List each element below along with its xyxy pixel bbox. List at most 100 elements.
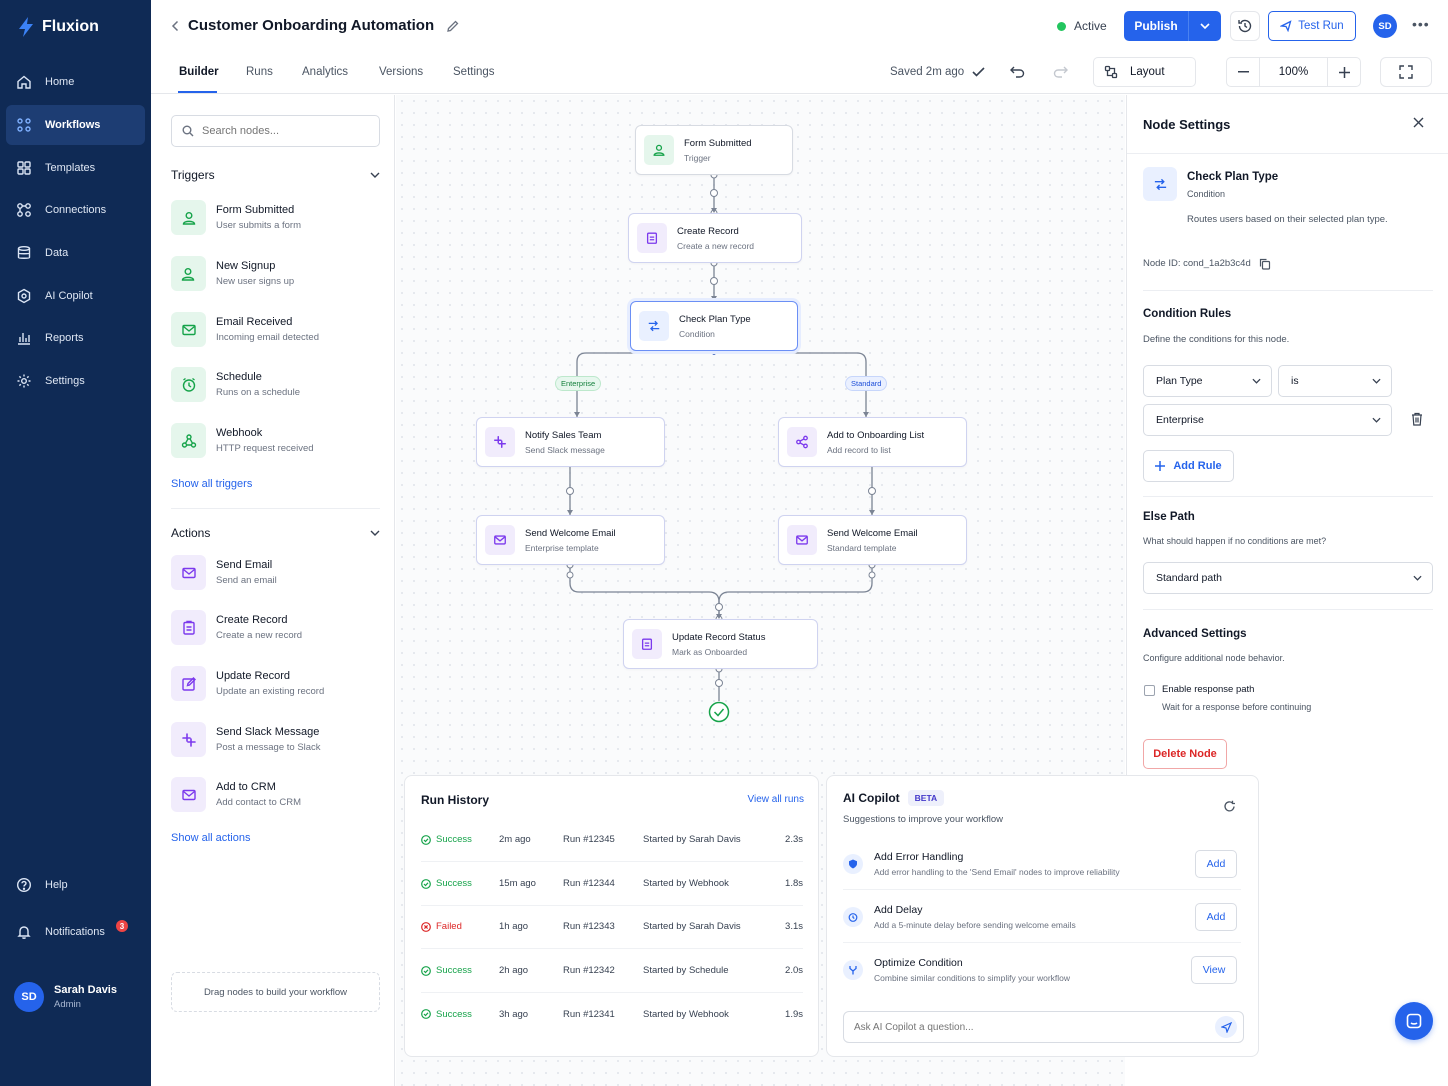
show-all-actions-link[interactable]: Show all actions bbox=[171, 832, 251, 844]
condition-value: Enterprise bbox=[1156, 414, 1204, 426]
action-item-add-to-crm[interactable]: Add to CRM Add contact to CRM bbox=[171, 777, 301, 812]
trigger-item-new-signup[interactable]: New Signup New user signs up bbox=[171, 256, 294, 291]
tab-settings[interactable]: Settings bbox=[453, 66, 495, 78]
sidebar-item-data[interactable]: Data bbox=[6, 233, 145, 273]
edit-pencil-icon[interactable] bbox=[446, 19, 460, 33]
history-button[interactable] bbox=[1230, 11, 1260, 41]
value-select[interactable]: Enterprise bbox=[1143, 404, 1392, 436]
sidebar-item-templates[interactable]: Templates bbox=[6, 148, 145, 188]
status-badge: Success bbox=[421, 1009, 499, 1020]
status-badge: Success bbox=[421, 878, 499, 889]
trigger-item-schedule[interactable]: Schedule Runs on a schedule bbox=[171, 367, 300, 402]
sidebar-item-connections[interactable]: Connections bbox=[6, 190, 145, 230]
enable-response-checkbox[interactable] bbox=[1144, 685, 1155, 696]
flow-node-form-submitted[interactable]: Form Submitted Trigger bbox=[635, 125, 793, 175]
run-row[interactable]: Success 2m ago Run #12345 Started by Sar… bbox=[421, 818, 803, 862]
fullscreen-button[interactable] bbox=[1380, 57, 1432, 87]
publish-dropdown-button[interactable] bbox=[1189, 11, 1221, 41]
layout-button[interactable]: Layout bbox=[1093, 57, 1196, 87]
show-all-triggers-link[interactable]: Show all triggers bbox=[171, 478, 252, 490]
search-input[interactable] bbox=[202, 125, 372, 137]
flow-node-create-record[interactable]: Create Record Create a new record bbox=[628, 213, 802, 263]
actions-section-header[interactable]: Actions bbox=[171, 526, 380, 540]
flow-node-add-to-onboarding-list[interactable]: Add to Onboarding List Add record to list bbox=[778, 417, 967, 467]
send-button[interactable] bbox=[1215, 1016, 1237, 1038]
avatar[interactable]: SD bbox=[1373, 14, 1397, 38]
run-status: Success bbox=[436, 1008, 472, 1020]
chevron-left-icon[interactable] bbox=[171, 20, 180, 32]
action-item-send-slack-message[interactable]: Send Slack Message Post a message to Slac… bbox=[171, 722, 321, 757]
chat-support-button[interactable] bbox=[1395, 1002, 1433, 1040]
flow-node-subtitle: Condition bbox=[679, 328, 715, 339]
run-row[interactable]: Success 3h ago Run #12341 Started by Web… bbox=[421, 992, 803, 1036]
add-rule-button[interactable]: Add Rule bbox=[1143, 450, 1234, 482]
plan-type-select[interactable]: Plan Type bbox=[1143, 365, 1272, 397]
sidebar-item-label: Data bbox=[45, 247, 69, 259]
close-button[interactable] bbox=[1413, 117, 1424, 128]
sidebar-item-workflows[interactable]: Workflows bbox=[6, 105, 145, 145]
action-item-update-record[interactable]: Update Record Update an existing record bbox=[171, 666, 324, 701]
delete-rule-button[interactable] bbox=[1411, 412, 1423, 426]
view-all-runs-link[interactable]: View all runs bbox=[747, 794, 804, 805]
user-profile[interactable]: SD Sarah Davis Admin bbox=[14, 982, 117, 1012]
zoom-out-button[interactable] bbox=[1227, 71, 1259, 73]
node-id-row: Node ID: cond_1a2b3c4d bbox=[1143, 256, 1271, 272]
action-item-create-record[interactable]: Create Record Create a new record bbox=[171, 610, 302, 645]
action-item-send-email[interactable]: Send Email Send an email bbox=[171, 555, 277, 590]
ask-copilot-input[interactable] bbox=[854, 1021, 1215, 1033]
action-desc: Create a new record bbox=[216, 630, 303, 641]
layout-icon bbox=[1104, 65, 1118, 79]
field-value: Plan Type bbox=[1156, 375, 1203, 387]
brand-logo[interactable]: Fluxion bbox=[16, 16, 99, 38]
node-settings-title: Node Settings bbox=[1143, 117, 1231, 132]
suggestion-desc: Add a 5-minute delay before sending welc… bbox=[874, 919, 1076, 930]
run-row[interactable]: Failed 1h ago Run #12343 Started by Sara… bbox=[421, 905, 803, 949]
delete-node-button[interactable]: Delete Node bbox=[1143, 739, 1227, 769]
else-path-select[interactable]: Standard path bbox=[1143, 562, 1433, 594]
triggers-section-header[interactable]: Triggers bbox=[171, 168, 380, 182]
tab-analytics[interactable]: Analytics bbox=[302, 66, 348, 78]
copy-icon[interactable] bbox=[1259, 258, 1271, 270]
close-icon bbox=[1413, 117, 1424, 128]
operator-select[interactable]: is bbox=[1278, 365, 1392, 397]
run-row[interactable]: Success 2h ago Run #12342 Started by Sch… bbox=[421, 949, 803, 993]
run-row[interactable]: Success 15m ago Run #12344 Started by We… bbox=[421, 862, 803, 906]
condition-rules-desc: Define the conditions for this node. bbox=[1143, 334, 1290, 345]
tab-runs[interactable]: Runs bbox=[246, 66, 273, 78]
flow-node-send-welcome-email-standard[interactable]: Send Welcome Email Standard template bbox=[778, 515, 967, 565]
add-error-handling-button[interactable]: Add bbox=[1195, 849, 1237, 878]
enable-response-label: Enable response path bbox=[1162, 684, 1255, 695]
flow-node-check-plan-type[interactable]: Check Plan Type Condition bbox=[630, 301, 798, 351]
brand-name: Fluxion bbox=[42, 18, 99, 35]
ai-copilot-subtitle: Suggestions to improve your workflow bbox=[843, 814, 1003, 825]
gear-icon bbox=[17, 374, 31, 388]
sidebar-item-home[interactable]: Home bbox=[6, 62, 145, 102]
shield-icon bbox=[843, 853, 863, 874]
redo-button[interactable] bbox=[1048, 59, 1072, 85]
publish-button[interactable]: Publish bbox=[1124, 11, 1189, 41]
sidebar-item-ai-copilot[interactable]: AI Copilot bbox=[6, 276, 145, 316]
zoom-in-button[interactable] bbox=[1328, 66, 1360, 78]
run-time: 15m ago bbox=[499, 878, 536, 889]
add-delay-button[interactable]: Add bbox=[1195, 902, 1237, 931]
more-options-icon[interactable]: ••• bbox=[1412, 16, 1430, 32]
flow-node-notify-sales-team[interactable]: Notify Sales Team Send Slack message bbox=[476, 417, 665, 467]
tab-versions[interactable]: Versions bbox=[379, 66, 423, 78]
sidebar-item-reports[interactable]: Reports bbox=[6, 318, 145, 358]
refresh-button[interactable] bbox=[1223, 800, 1236, 813]
flow-node-update-record-status[interactable]: Update Record Status Mark as Onboarded bbox=[623, 619, 818, 669]
sidebar-item-help[interactable]: Help bbox=[6, 865, 145, 905]
trigger-item-email-received[interactable]: Email Received Incoming email detected bbox=[171, 312, 319, 347]
sidebar-item-notifications[interactable]: Notifications 3 bbox=[6, 912, 145, 952]
test-run-button[interactable]: Test Run bbox=[1268, 11, 1356, 41]
tab-builder[interactable]: Builder bbox=[179, 66, 219, 78]
undo-button[interactable] bbox=[1005, 59, 1029, 85]
optimize-condition-view-button[interactable]: View bbox=[1191, 956, 1237, 984]
trigger-item-form-submitted[interactable]: Form Submitted User submits a form bbox=[171, 200, 301, 235]
trigger-title: New Signup bbox=[216, 260, 276, 272]
trigger-item-webhook[interactable]: Webhook HTTP request received bbox=[171, 423, 314, 458]
flow-node-send-welcome-email-enterprise[interactable]: Send Welcome Email Enterprise template bbox=[476, 515, 665, 565]
check-circle-icon bbox=[421, 878, 431, 889]
run-id: Run #12344 bbox=[563, 878, 615, 889]
sidebar-item-settings[interactable]: Settings bbox=[6, 361, 145, 401]
